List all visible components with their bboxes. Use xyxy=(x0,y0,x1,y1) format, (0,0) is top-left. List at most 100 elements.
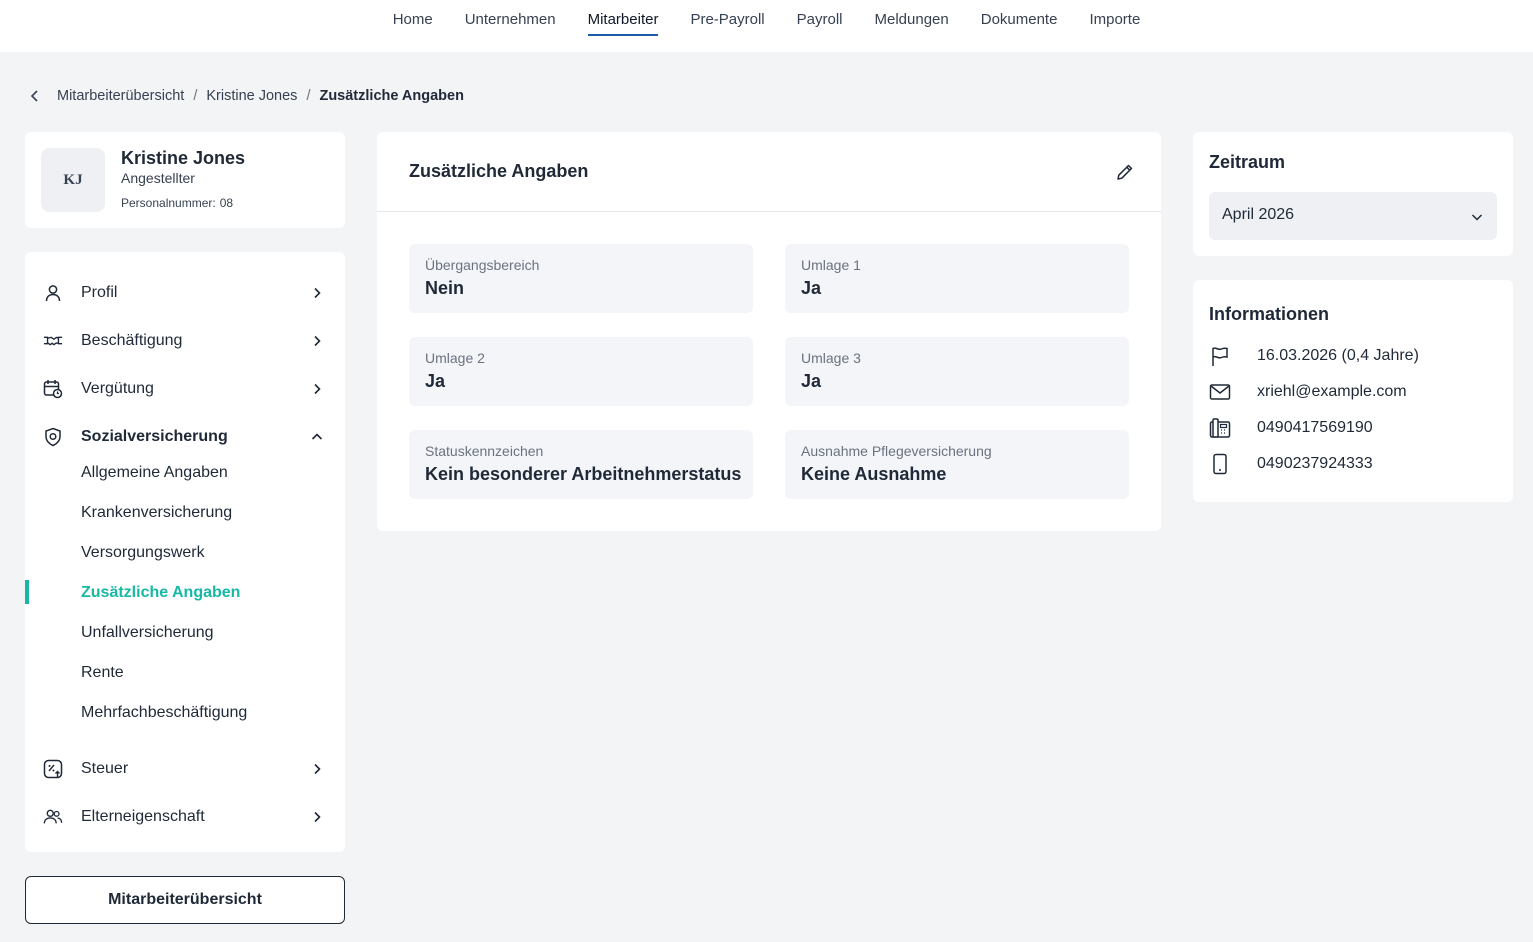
breadcrumb-item-employee[interactable]: Kristine Jones xyxy=(206,88,297,104)
submenu-item-zusaetzliche-angaben[interactable]: Zusätzliche Angaben xyxy=(25,577,345,609)
divider xyxy=(377,211,1161,212)
nav-unternehmen[interactable]: Unternehmen xyxy=(449,0,572,52)
field-value: Nein xyxy=(425,278,465,298)
menu-item-beschaeftigung[interactable]: Beschäftigung xyxy=(25,321,345,361)
info-text[interactable]: xriehl@example.com xyxy=(1257,383,1407,401)
mobile-icon xyxy=(1209,453,1231,475)
submenu-label: Mehrfachbeschäftigung xyxy=(81,704,248,721)
submenu-item-mehrfachbeschaeftigung[interactable]: Mehrfachbeschäftigung xyxy=(25,697,345,729)
field-label: Ausnahme Pflegeversicherung xyxy=(801,443,992,459)
submenu-label: Allgemeine Angaben xyxy=(81,464,228,481)
menu-label: Sozialversicherung xyxy=(81,428,228,445)
chevron-up-icon xyxy=(311,431,323,443)
menu-item-sozialversicherung[interactable]: Sozialversicherung xyxy=(25,417,345,457)
additional-info-card: Zusätzliche Angaben Übergangsbereich Nei… xyxy=(377,132,1161,531)
breadcrumb-separator: / xyxy=(193,88,198,104)
chevron-right-icon xyxy=(311,811,323,823)
menu-item-steuer[interactable]: Steuer xyxy=(25,749,345,789)
pencil-icon[interactable] xyxy=(1115,162,1135,182)
submenu-item-krankenversicherung[interactable]: Krankenversicherung xyxy=(25,497,345,529)
submenu-label: Versorgungswerk xyxy=(81,544,205,561)
shield-icon xyxy=(43,427,63,447)
information-title: Informationen xyxy=(1209,304,1329,324)
profile-card: KJ Kristine Jones Angestellter Personaln… xyxy=(25,132,345,228)
info-text: 0490237924333 xyxy=(1257,455,1373,472)
field-label: Umlage 3 xyxy=(801,350,861,366)
nav-pre-payroll[interactable]: Pre-Payroll xyxy=(674,0,780,52)
users-icon xyxy=(43,807,63,827)
nav-mitarbeiter[interactable]: Mitarbeiter xyxy=(572,0,675,52)
menu-item-elterneigenschaft[interactable]: Elterneigenschaft xyxy=(25,797,345,837)
field-label: Übergangsbereich xyxy=(425,257,540,273)
submenu-item-allgemeine-angaben[interactable]: Allgemeine Angaben xyxy=(25,457,345,489)
employee-role: Angestellter xyxy=(121,170,195,186)
personalnummer: Personalnummer: 08 xyxy=(121,196,233,210)
nav-home[interactable]: Home xyxy=(377,0,449,52)
field-value: Ja xyxy=(801,278,822,298)
period-title: Zeitraum xyxy=(1209,152,1286,172)
user-icon xyxy=(43,283,63,303)
nav-dokumente[interactable]: Dokumente xyxy=(965,0,1074,52)
menu-item-verguetung[interactable]: Vergütung xyxy=(25,369,345,409)
menu-label: Elterneigenschaft xyxy=(81,808,205,825)
info-start-date: 16.03.2026 (0,4 Jahre) xyxy=(1209,345,1509,367)
chevron-right-icon xyxy=(311,335,323,347)
submenu-label: Krankenversicherung xyxy=(81,504,233,521)
information-card: Informationen 16.03.2026 (0,4 Jahre) xri… xyxy=(1193,280,1513,502)
period-select[interactable]: April 2026 xyxy=(1209,192,1497,240)
breadcrumb-separator: / xyxy=(306,88,311,104)
card-title: Zusätzliche Angaben xyxy=(409,161,589,181)
field-label: Umlage 1 xyxy=(801,257,861,273)
info-email: xriehl@example.com xyxy=(1209,381,1509,403)
field-umlage-2: Umlage 2 Ja xyxy=(409,337,753,406)
field-umlage-1: Umlage 1 Ja xyxy=(785,244,1129,313)
nav-meldungen[interactable]: Meldungen xyxy=(859,0,965,52)
chevron-down-icon xyxy=(1471,210,1483,222)
submenu-label: Unfallversicherung xyxy=(81,624,214,641)
field-value: Ja xyxy=(425,371,446,391)
info-text: 16.03.2026 (0,4 Jahre) xyxy=(1257,347,1419,364)
employee-name: Kristine Jones xyxy=(121,148,246,168)
info-text: 0490417569190 xyxy=(1257,419,1373,436)
personalnummer-label: Personalnummer: xyxy=(121,196,216,210)
field-uebergangsbereich: Übergangsbereich Nein xyxy=(409,244,753,313)
menu-label: Beschäftigung xyxy=(81,332,183,349)
chevron-right-icon xyxy=(311,287,323,299)
submenu-label: Zusätzliche Angaben xyxy=(81,584,241,601)
avatar: KJ xyxy=(41,148,105,212)
calendar-clock-icon xyxy=(43,379,63,399)
submenu-label: Rente xyxy=(81,664,124,681)
chevron-left-icon[interactable] xyxy=(30,90,44,102)
tax-icon xyxy=(43,759,63,779)
flag-icon xyxy=(1209,345,1231,367)
mail-icon xyxy=(1209,381,1231,403)
chevron-right-icon xyxy=(311,383,323,395)
field-statuskennzeichen: Statuskennzeichen Kein besonderer Arbeit… xyxy=(409,430,753,499)
field-ausnahme-pflegeversicherung: Ausnahme Pflegeversicherung Keine Ausnah… xyxy=(785,430,1129,499)
info-mobile: 0490237924333 xyxy=(1209,453,1509,475)
period-selected-value: April 2026 xyxy=(1222,206,1295,223)
info-phone: 0490417569190 xyxy=(1209,417,1509,439)
submenu-item-rente[interactable]: Rente xyxy=(25,657,345,689)
nav-payroll[interactable]: Payroll xyxy=(781,0,859,52)
breadcrumb-item-overview[interactable]: Mitarbeiterübersicht xyxy=(57,88,184,104)
employee-overview-button[interactable]: Mitarbeiterübersicht xyxy=(25,876,345,924)
breadcrumb: Mitarbeiterübersicht / Kristine Jones / … xyxy=(30,85,464,107)
field-umlage-3: Umlage 3 Ja xyxy=(785,337,1129,406)
field-value: Ja xyxy=(801,371,822,391)
menu-label: Profil xyxy=(81,284,118,301)
submenu-item-versorgungswerk[interactable]: Versorgungswerk xyxy=(25,537,345,569)
period-card: Zeitraum April 2026 xyxy=(1193,132,1513,256)
handshake-icon xyxy=(43,331,63,351)
field-label: Umlage 2 xyxy=(425,350,485,366)
phone-icon xyxy=(1209,417,1231,439)
side-menu: Profil Beschäftigung Vergütung Sozialver… xyxy=(25,252,345,852)
top-navigation: Home Unternehmen Mitarbeiter Pre-Payroll… xyxy=(0,0,1533,52)
nav-importe[interactable]: Importe xyxy=(1073,0,1156,52)
field-value: Keine Ausnahme xyxy=(801,464,947,484)
field-label: Statuskennzeichen xyxy=(425,443,544,459)
submenu-item-unfallversicherung[interactable]: Unfallversicherung xyxy=(25,617,345,649)
chevron-right-icon xyxy=(311,763,323,775)
menu-item-profil[interactable]: Profil xyxy=(25,273,345,313)
field-value: Kein besonderer Arbeitnehmerstatus xyxy=(425,464,742,484)
